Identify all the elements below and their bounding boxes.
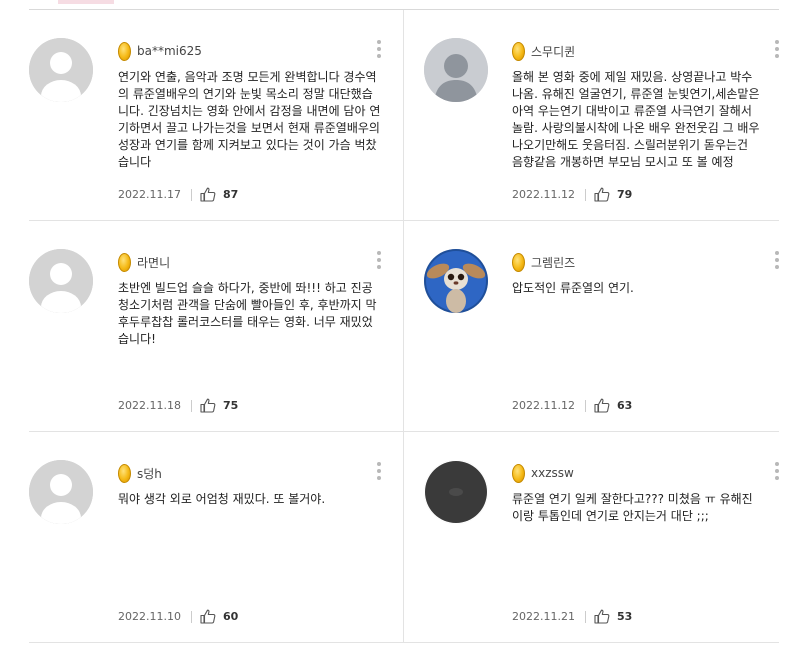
review-text: 뭐야 생각 외로 어엄청 재밌다. 또 볼거야. [118,492,326,506]
gold-coin-icon [512,41,525,61]
review-text: 연기와 연출, 음악과 조명 모든게 완벽합니다 경수역의 류준열배우의 연기와… [118,70,381,169]
more-vertical-icon[interactable] [775,462,779,482]
gold-coin-icon [118,463,131,483]
thumbs-up-icon [594,398,610,413]
thumbs-up-icon [200,609,216,624]
gold-coin-icon [512,252,525,272]
review-date: 2022.11.17 [118,188,181,201]
nickname[interactable]: ba**mi625 [137,44,202,58]
like-count: 79 [616,188,633,201]
review-card: s덩h 뭐야 생각 외로 어엄청 재밌다. 또 볼거야. 2022.11.10 … [29,432,404,642]
more-vertical-icon[interactable] [775,40,779,60]
review-card: 스무디퀸 올해 본 영화 중에 제일 재밌음. 상영끝나고 박수나옴. 유해진 … [404,10,779,220]
review-text: 류준열 연기 일케 잘한다고??? 미쳤음 ㅠ 유해진이랑 투톱인데 연기로 안… [512,492,753,523]
avatar[interactable] [29,460,93,524]
review-date: 2022.11.18 [118,399,181,412]
more-vertical-icon[interactable] [377,251,381,271]
avatar[interactable] [424,249,488,313]
like-button[interactable]: 75 [200,398,238,413]
divider [584,399,586,412]
nickname[interactable]: 라면니 [137,254,170,271]
like-button[interactable]: 63 [594,398,632,413]
review-card: ba**mi625 연기와 연출, 음악과 조명 모든게 완벽합니다 경수역의 … [29,10,404,220]
active-tab-indicator [58,0,114,4]
review-card: xxzssw 류준열 연기 일케 잘한다고??? 미쳤음 ㅠ 유해진이랑 투톱인… [404,432,779,642]
like-count: 75 [222,399,239,412]
review-author: 라면니 [118,251,383,273]
review-author: 그렘린즈 [512,251,762,273]
gold-coin-icon [118,252,131,272]
avatar[interactable] [29,249,93,313]
review-card: 라면니 초반엔 빌드업 슬슬 하다가, 중반에 똬!!! 하고 진공청소기처럼 … [29,221,404,431]
review-card: 그렘린즈 압도적인 류준열의 연기. 2022.11.12 63 [404,221,779,431]
review-date: 2022.11.12 [512,399,575,412]
review-text: 초반엔 빌드업 슬슬 하다가, 중반에 똬!!! 하고 진공청소기처럼 관객을 … [118,281,377,346]
divider [584,188,586,201]
more-vertical-icon[interactable] [775,251,779,271]
gold-coin-icon [118,41,131,61]
review-row: s덩h 뭐야 생각 외로 어엄청 재밌다. 또 볼거야. 2022.11.10 … [29,432,779,643]
more-vertical-icon[interactable] [377,40,381,60]
nickname[interactable]: xxzssw [531,466,574,480]
review-grid: ba**mi625 연기와 연출, 음악과 조명 모든게 완벽합니다 경수역의 … [29,9,779,643]
review-text: 올해 본 영화 중에 제일 재밌음. 상영끝나고 박수나옴. 유해진 얼굴연기,… [512,70,760,169]
avatar[interactable] [424,38,488,102]
thumbs-up-icon [200,187,216,202]
like-button[interactable]: 53 [594,609,632,624]
review-author: 스무디퀸 [512,40,762,62]
like-count: 60 [222,610,239,623]
review-author: s덩h [118,462,383,484]
review-row: 라면니 초반엔 빌드업 슬슬 하다가, 중반에 똬!!! 하고 진공청소기처럼 … [29,221,779,432]
divider [584,610,586,623]
thumbs-up-icon [200,398,216,413]
nickname[interactable]: 그렘린즈 [531,254,575,271]
review-text: 압도적인 류준열의 연기. [512,281,634,295]
divider [190,188,192,201]
like-count: 87 [222,188,239,201]
avatar[interactable] [424,460,488,524]
nickname[interactable]: 스무디퀸 [531,43,575,60]
review-date: 2022.11.10 [118,610,181,623]
avatar[interactable] [29,38,93,102]
like-count: 63 [616,399,633,412]
gold-coin-icon [512,463,525,483]
thumbs-up-icon [594,187,610,202]
review-date: 2022.11.21 [512,610,575,623]
divider [190,610,192,623]
review-author: ba**mi625 [118,40,383,62]
nickname[interactable]: s덩h [137,465,162,482]
review-row: ba**mi625 연기와 연출, 음악과 조명 모든게 완벽합니다 경수역의 … [29,10,779,221]
like-button[interactable]: 87 [200,187,238,202]
like-count: 53 [616,610,633,623]
review-author: xxzssw [512,462,762,484]
divider [190,399,192,412]
more-vertical-icon[interactable] [377,462,381,482]
like-button[interactable]: 79 [594,187,632,202]
review-date: 2022.11.12 [512,188,575,201]
thumbs-up-icon [594,609,610,624]
like-button[interactable]: 60 [200,609,238,624]
